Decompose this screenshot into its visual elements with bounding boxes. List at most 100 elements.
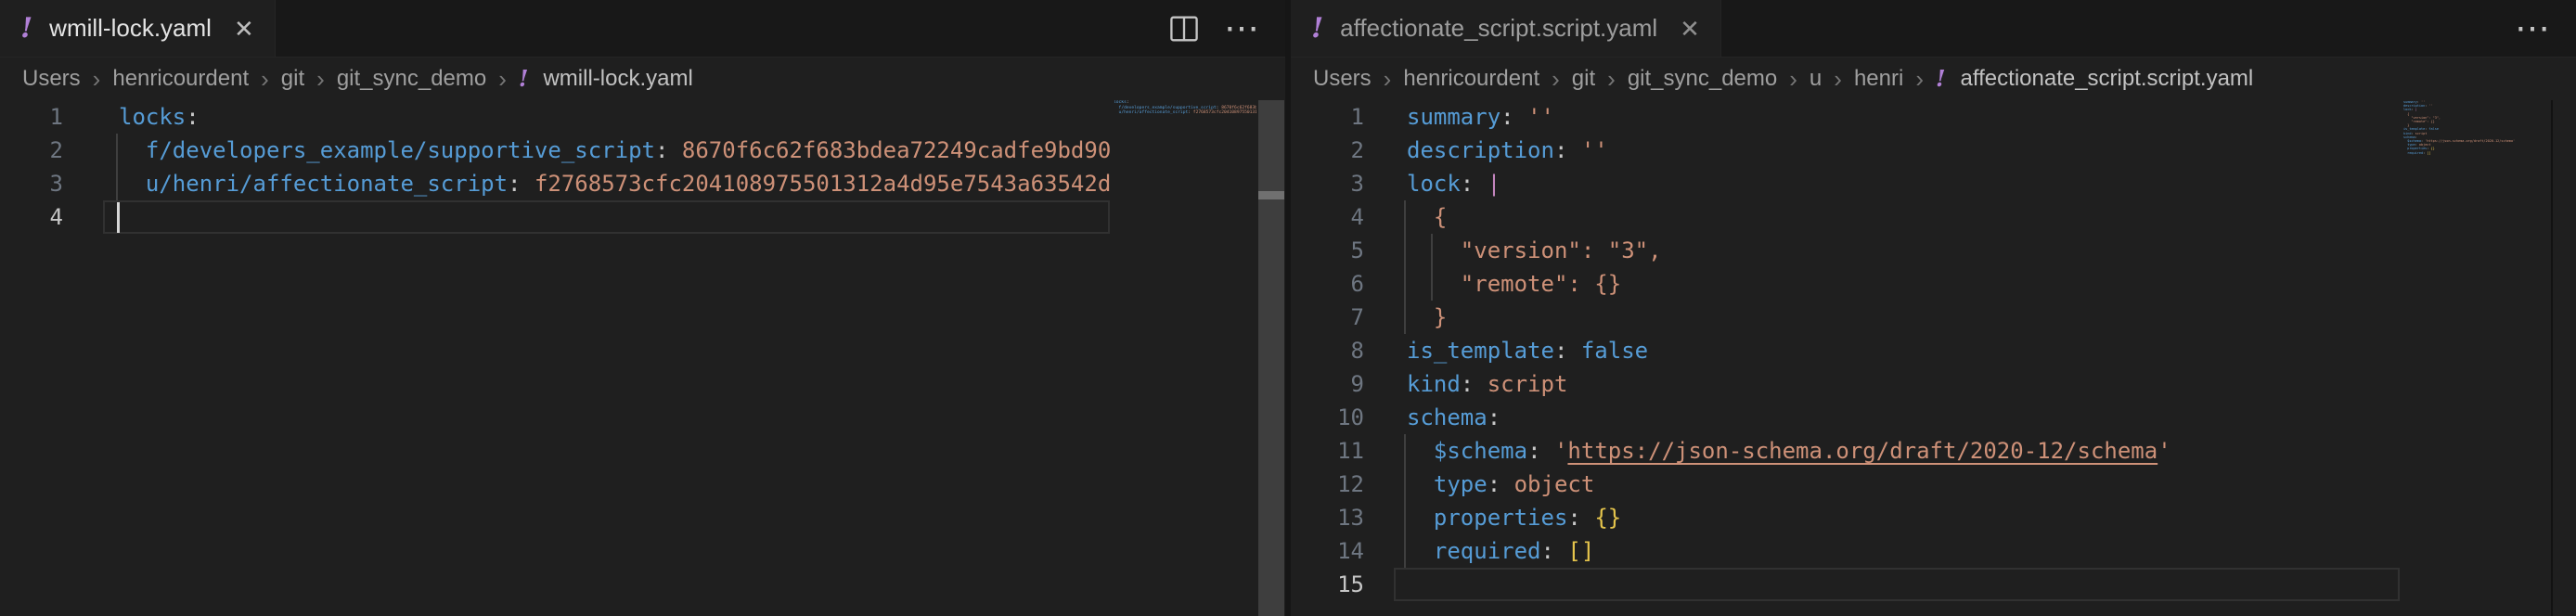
- split-editor-icon[interactable]: [1168, 13, 1200, 45]
- minimap[interactable]: locks: f/developers_example/supportive_s…: [1114, 100, 1256, 616]
- text-cursor: [117, 202, 120, 233]
- more-actions-icon[interactable]: ⋯: [2515, 11, 2552, 46]
- code-line[interactable]: lock: |: [1407, 167, 2171, 200]
- breadcrumb-item[interactable]: u: [1810, 66, 1822, 92]
- code-line[interactable]: $schema: 'https://json-schema.org/draft/…: [1407, 434, 2171, 468]
- breadcrumb-item[interactable]: Users: [22, 66, 81, 92]
- tab-label: affectionate_script.script.yaml: [1340, 14, 1657, 43]
- code-token: lock: [1407, 171, 1461, 197]
- breadcrumb-item[interactable]: henricourdent: [1403, 66, 1539, 92]
- code-line[interactable]: }: [1407, 301, 2171, 334]
- code-line[interactable]: "remote": {}: [1407, 267, 2171, 301]
- close-icon[interactable]: ✕: [1680, 17, 1700, 41]
- code-token: is_template: [1407, 338, 1554, 364]
- code-token: [668, 137, 681, 163]
- code-line[interactable]: u/henri/affectionate_script: f2768573cfc…: [119, 167, 1110, 200]
- breadcrumb-file[interactable]: wmill-lock.yaml: [543, 66, 692, 92]
- code-token: f2768573cfc204108975501312a4d95e7543a635…: [535, 171, 1110, 197]
- code-token: kind: [1407, 371, 1461, 397]
- close-icon[interactable]: ✕: [234, 17, 254, 41]
- code-token: summary: [1407, 104, 1501, 130]
- code-line[interactable]: type: object: [1407, 468, 2171, 501]
- code-token: {}: [1594, 505, 1621, 531]
- code-token: [1567, 137, 1580, 163]
- code-token: :: [1488, 471, 1501, 497]
- code-token: '': [1527, 104, 1554, 130]
- code-token: [119, 171, 146, 197]
- code-line[interactable]: "version": "3",: [1407, 234, 2171, 267]
- editor-actions: ⋯: [2515, 0, 2576, 57]
- code-token: [1407, 471, 1434, 497]
- code-line[interactable]: properties: {}: [1407, 501, 2171, 534]
- breadcrumb-item[interactable]: git_sync_demo: [337, 66, 486, 92]
- schema-url-link[interactable]: https://json-schema.org/draft/2020-12/sc…: [1567, 438, 2157, 464]
- code-editor[interactable]: 1234locks: f/developers_example/supporti…: [0, 100, 1285, 616]
- breadcrumb-item[interactable]: Users: [1313, 66, 1372, 92]
- code-token: :: [1488, 404, 1501, 430]
- minimap-edge-line: [2551, 100, 2553, 616]
- code-line[interactable]: summary: '': [1407, 100, 2171, 134]
- code-token: [1474, 371, 1487, 397]
- code-token: :: [1501, 104, 1513, 130]
- code-token: {: [1407, 204, 1447, 230]
- code-area[interactable]: summary: ''description: ''lock: | { "ver…: [1291, 100, 2400, 616]
- code-token: [119, 137, 146, 163]
- code-token: :: [655, 137, 668, 163]
- code-token: [1514, 104, 1527, 130]
- breadcrumb-item[interactable]: git: [1572, 66, 1595, 92]
- vertical-scrollbar[interactable]: [1258, 100, 1284, 616]
- code-editor[interactable]: 123456789101112131415summary: ''descript…: [1291, 100, 2576, 616]
- code-token: :: [186, 104, 199, 130]
- code-line[interactable]: is_template: false: [1407, 334, 2171, 367]
- minimap[interactable]: summary: ''description: ''lock: | { "ver…: [2403, 100, 2549, 616]
- code-token: [1407, 538, 1434, 564]
- editor-group-left: ! wmill-lock.yaml ✕ ⋯ Users › henricourden…: [0, 0, 1285, 616]
- code-line[interactable]: {: [1407, 200, 2171, 234]
- code-token: |: [1488, 171, 1501, 197]
- code-area[interactable]: locks: f/developers_example/supportive_s…: [0, 100, 1110, 616]
- code-line[interactable]: required: []: [1407, 534, 2171, 568]
- breadcrumb-item[interactable]: git_sync_demo: [1628, 66, 1777, 92]
- code-token: :: [1554, 137, 1567, 163]
- vscode-window: ! wmill-lock.yaml ✕ ⋯ Users › henricourden…: [0, 0, 2576, 616]
- breadcrumb-item[interactable]: git: [281, 66, 304, 92]
- breadcrumb-separator-icon: ›: [498, 67, 507, 91]
- code-line[interactable]: locks:: [119, 100, 1110, 134]
- code-token: script: [1488, 371, 1568, 397]
- code-token: [1567, 338, 1580, 364]
- code-token: [1407, 505, 1434, 531]
- code-token: "remote": {}: [1407, 271, 1621, 297]
- minimap-line: u/henri/affectionate_script: f2768573cfc…: [1114, 110, 1256, 116]
- tab-bar-left: ! wmill-lock.yaml ✕ ⋯: [0, 0, 1285, 58]
- code-token: type: [1434, 471, 1488, 497]
- breadcrumb-item[interactable]: henricourdent: [112, 66, 249, 92]
- code-line[interactable]: schema:: [1407, 401, 2171, 434]
- code-token: object: [1514, 471, 1595, 497]
- code-token: :: [508, 171, 521, 197]
- code-line[interactable]: [1407, 568, 2171, 601]
- code-token: description: [1407, 137, 1554, 163]
- tab-affectionate-script-yaml[interactable]: ! affectionate_script.script.yaml ✕: [1291, 0, 1721, 57]
- code-line[interactable]: kind: script: [1407, 367, 2171, 401]
- tab-wmill-lock-yaml[interactable]: ! wmill-lock.yaml ✕: [0, 0, 276, 57]
- code-line[interactable]: [119, 200, 1110, 234]
- code-token: [522, 171, 535, 197]
- code-token: ': [2157, 438, 2170, 464]
- more-actions-icon[interactable]: ⋯: [1224, 11, 1261, 46]
- code-token: '': [1581, 137, 1608, 163]
- tab-bar-right: ! affectionate_script.script.yaml ✕ ⋯: [1291, 0, 2576, 58]
- breadcrumb-separator-icon: ›: [1789, 67, 1797, 91]
- breadcrumb-item[interactable]: henri: [1854, 66, 1903, 92]
- code-token: locks: [119, 104, 186, 130]
- yaml-warning-file-icon: !: [1311, 15, 1323, 43]
- editor-group-right: ! affectionate_script.script.yaml ✕ ⋯ Us…: [1291, 0, 2576, 616]
- breadcrumb-file[interactable]: affectionate_script.script.yaml: [1961, 66, 2254, 92]
- code-token: :: [1461, 171, 1474, 197]
- code-line[interactable]: f/developers_example/supportive_script: …: [119, 134, 1110, 167]
- breadcrumb-separator-icon: ›: [261, 67, 269, 91]
- code-column: summary: ''description: ''lock: | { "ver…: [1407, 100, 2171, 601]
- code-token: :: [1527, 438, 1540, 464]
- code-line[interactable]: description: '': [1407, 134, 2171, 167]
- code-token: [1474, 171, 1487, 197]
- code-token: false: [1581, 338, 1648, 364]
